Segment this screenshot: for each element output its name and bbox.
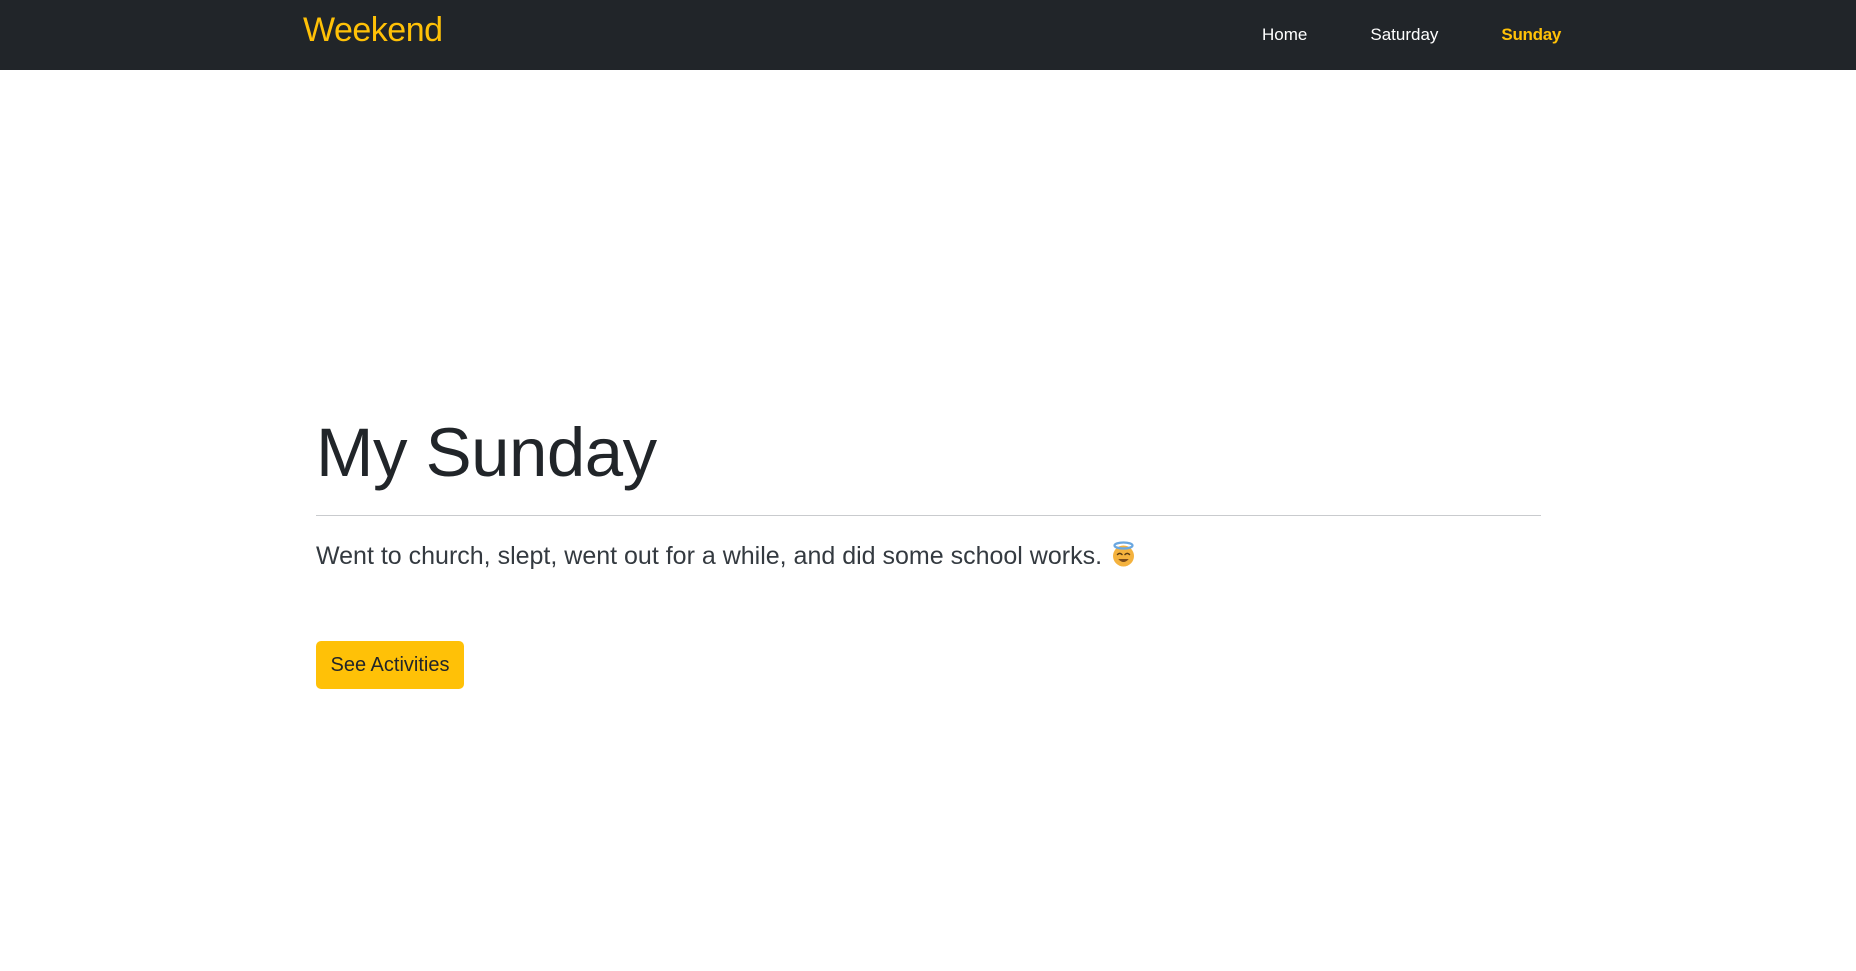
page-title: My Sunday	[316, 414, 657, 491]
hero-text: Went to church, slept, went out for a wh…	[316, 538, 1541, 574]
divider	[316, 515, 1541, 516]
see-activities-button[interactable]: See Activities	[316, 641, 464, 689]
nav-link-home[interactable]: Home	[1262, 25, 1307, 45]
navbar: Weekend Home Saturday Sunday	[0, 0, 1856, 70]
smiling-face-with-halo-icon	[1113, 541, 1135, 567]
nav-links: Home Saturday Sunday	[1262, 0, 1561, 70]
nav-link-sunday[interactable]: Sunday	[1501, 25, 1561, 45]
hero-section: My Sunday Went to church, slept, went ou…	[316, 405, 1541, 574]
nav-link-saturday[interactable]: Saturday	[1370, 25, 1438, 45]
hero-text-content: Went to church, slept, went out for a wh…	[316, 542, 1103, 570]
brand-logo[interactable]: Weekend	[303, 8, 443, 52]
